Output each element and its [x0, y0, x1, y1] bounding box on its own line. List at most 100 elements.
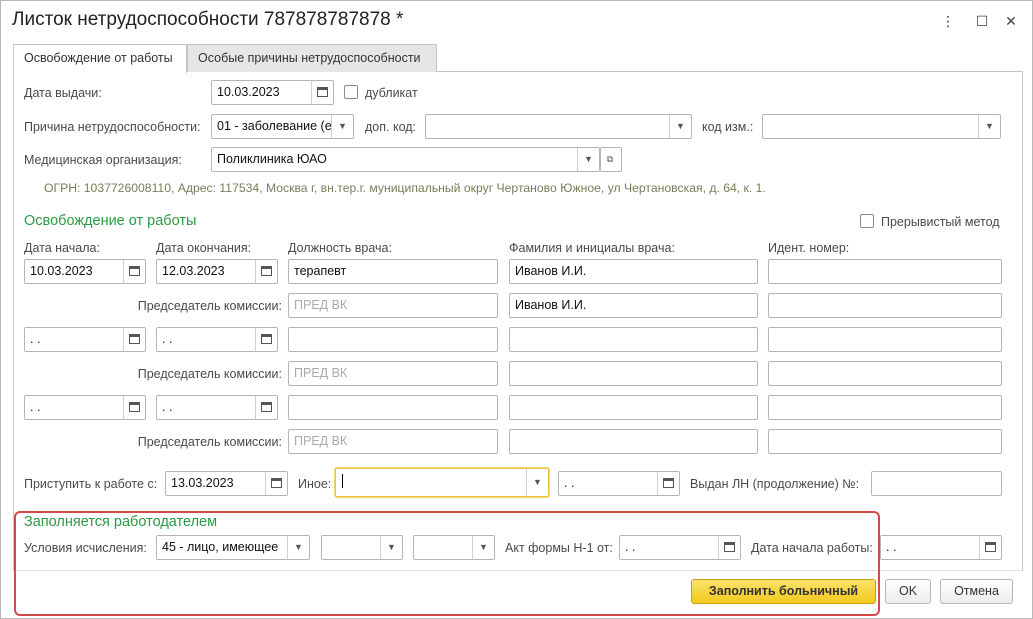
- ok-button[interactable]: OK: [885, 579, 931, 604]
- release-section-title: Освобождение от работы: [24, 213, 197, 229]
- return-date-label: Приступить к работе с:: [24, 477, 158, 491]
- period3-start-field[interactable]: . .: [24, 395, 146, 420]
- medorg-label: Медицинская организация:: [24, 153, 182, 167]
- continued-label: Выдан ЛН (продолжение) №:: [690, 477, 860, 491]
- duplicate-checkbox[interactable]: [344, 85, 358, 99]
- chairman2-id-field[interactable]: [768, 361, 1002, 386]
- chevron-down-icon[interactable]: ▼: [526, 469, 548, 496]
- calendar-icon[interactable]: [255, 328, 277, 351]
- fill-sick-leave-button[interactable]: Заполнить больничный: [691, 579, 876, 604]
- period1-doctor-field[interactable]: Иванов И.И.: [509, 259, 758, 284]
- cause-select[interactable]: 01 - заболевание (е ▼: [211, 114, 354, 139]
- cause-label: Причина нетрудоспособности:: [24, 120, 201, 134]
- chevron-down-icon[interactable]: ▼: [669, 115, 691, 138]
- cancel-button[interactable]: Отмена: [940, 579, 1013, 604]
- calendar-icon[interactable]: [718, 536, 740, 559]
- period2-start-field[interactable]: . .: [24, 327, 146, 352]
- calendar-icon[interactable]: [657, 472, 679, 495]
- calendar-icon[interactable]: [255, 260, 277, 283]
- chairman2-label: Председатель комиссии:: [137, 367, 282, 381]
- more-icon[interactable]: ⋮: [937, 10, 959, 32]
- text-cursor: [342, 474, 343, 488]
- period2-start-value: . .: [30, 332, 41, 346]
- extra-code-select[interactable]: ▼: [425, 114, 692, 139]
- duplicate-label: дубликат: [365, 86, 418, 100]
- close-icon[interactable]: ✕: [1000, 10, 1022, 32]
- medorg-info: ОГРН: 1037726008110, Адрес: 117534, Моск…: [44, 181, 766, 195]
- period1-end-field[interactable]: 12.03.2023: [156, 259, 278, 284]
- chevron-down-icon[interactable]: ▼: [472, 536, 494, 559]
- work-start-field[interactable]: . .: [880, 535, 1002, 560]
- chairman3-doctor-field[interactable]: [509, 429, 758, 454]
- chairman3-placeholder: ПРЕД ВК: [294, 434, 348, 448]
- chairman2-position-field[interactable]: ПРЕД ВК: [288, 361, 498, 386]
- period3-position-field[interactable]: [288, 395, 498, 420]
- period1-start-value: 10.03.2023: [30, 264, 93, 278]
- period3-end-field[interactable]: . .: [156, 395, 278, 420]
- act-date-field[interactable]: . .: [619, 535, 741, 560]
- chairman3-position-field[interactable]: ПРЕД ВК: [288, 429, 498, 454]
- issue-date-value: 10.03.2023: [217, 85, 280, 99]
- period1-start-field[interactable]: 10.03.2023: [24, 259, 146, 284]
- conditions-value: 45 - лицо, имеющее: [162, 540, 279, 554]
- chevron-down-icon[interactable]: ▼: [287, 536, 309, 559]
- chairman1-placeholder: ПРЕД ВК: [294, 298, 348, 312]
- chevron-down-icon[interactable]: ▼: [577, 148, 599, 171]
- work-start-value: . .: [886, 540, 897, 554]
- period3-doctor-field[interactable]: [509, 395, 758, 420]
- chevron-down-icon[interactable]: ▼: [380, 536, 402, 559]
- chairman1-label: Председатель комиссии:: [137, 299, 282, 313]
- calendar-icon[interactable]: [123, 328, 145, 351]
- medorg-select[interactable]: Поликлиника ЮАО ▼: [211, 147, 600, 172]
- interrupted-checkbox[interactable]: [860, 214, 874, 228]
- period2-position-field[interactable]: [288, 327, 498, 352]
- tab-release[interactable]: Освобождение от работы: [13, 44, 187, 73]
- change-code-select[interactable]: ▼: [762, 114, 1001, 139]
- calendar-icon[interactable]: [265, 472, 287, 495]
- cause-value: 01 - заболевание (е: [217, 119, 332, 133]
- chevron-down-icon[interactable]: ▼: [331, 115, 353, 138]
- period1-id-field[interactable]: [768, 259, 1002, 284]
- condition3-select[interactable]: ▼: [413, 535, 495, 560]
- other-date-field[interactable]: . .: [558, 471, 680, 496]
- calendar-icon[interactable]: [311, 81, 333, 104]
- period1-position-field[interactable]: терапевт: [288, 259, 498, 284]
- chairman2-doctor-field[interactable]: [509, 361, 758, 386]
- change-code-label: код изм.:: [702, 120, 754, 134]
- tab-special-reasons[interactable]: Особые причины нетрудоспособности: [187, 44, 437, 72]
- work-start-label: Дата начала работы:: [751, 541, 873, 555]
- col-start-header: Дата начала:: [24, 241, 100, 255]
- col-position-header: Должность врача:: [288, 241, 392, 255]
- chairman1-doctor-field[interactable]: Иванов И.И.: [509, 293, 758, 318]
- continued-field[interactable]: [871, 471, 1002, 496]
- chairman1-position-field[interactable]: ПРЕД ВК: [288, 293, 498, 318]
- period1-doctor-value: Иванов И.И.: [515, 264, 587, 278]
- footer-divider: [14, 570, 1022, 571]
- calendar-icon[interactable]: [255, 396, 277, 419]
- period2-end-field[interactable]: . .: [156, 327, 278, 352]
- issue-date-field[interactable]: 10.03.2023: [211, 80, 334, 105]
- period3-id-field[interactable]: [768, 395, 1002, 420]
- period2-doctor-field[interactable]: [509, 327, 758, 352]
- chevron-down-icon[interactable]: ▼: [978, 115, 1000, 138]
- return-date-field[interactable]: 13.03.2023: [165, 471, 288, 496]
- conditions-select[interactable]: 45 - лицо, имеющее ▼: [156, 535, 310, 560]
- other-select[interactable]: ▼: [335, 468, 549, 497]
- return-date-value: 13.03.2023: [171, 476, 234, 490]
- medorg-value: Поликлиника ЮАО: [217, 152, 327, 166]
- maximize-icon[interactable]: ☐: [971, 10, 993, 32]
- employer-section-title: Заполняется работодателем: [24, 514, 218, 530]
- chairman1-id-field[interactable]: [768, 293, 1002, 318]
- period2-end-value: . .: [162, 332, 173, 346]
- calendar-icon[interactable]: [123, 396, 145, 419]
- col-end-header: Дата окончания:: [156, 241, 252, 255]
- other-date-value: . .: [564, 476, 575, 490]
- issue-date-label: Дата выдачи:: [24, 86, 102, 100]
- condition2-select[interactable]: ▼: [321, 535, 403, 560]
- chairman3-id-field[interactable]: [768, 429, 1002, 454]
- calendar-icon[interactable]: [979, 536, 1001, 559]
- period3-start-value: . .: [30, 400, 41, 414]
- calendar-icon[interactable]: [123, 260, 145, 283]
- period2-id-field[interactable]: [768, 327, 1002, 352]
- open-medorg-button[interactable]: ⧉: [600, 147, 622, 172]
